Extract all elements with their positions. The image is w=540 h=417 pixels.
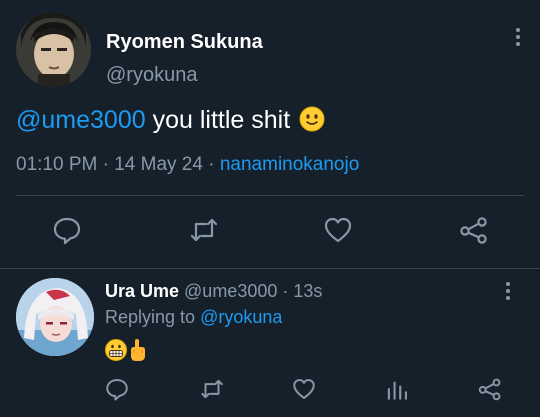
middle-finger-icon xyxy=(131,339,145,361)
replying-prefix: Replying to xyxy=(105,307,201,327)
like-icon[interactable] xyxy=(291,376,317,402)
reply-tweet-actions xyxy=(0,376,540,406)
tweet-meta: 01:10 PM · 14 May 24 · nanaminokanojo xyxy=(16,154,359,176)
replying-to: Replying to @ryokuna xyxy=(105,307,282,328)
slightly-smiling-face-icon xyxy=(299,106,325,132)
reply-text xyxy=(105,338,149,362)
divider xyxy=(16,195,524,196)
like-icon[interactable] xyxy=(322,214,354,246)
more-options-icon[interactable] xyxy=(514,28,522,50)
reply-author-name[interactable]: Ura Ume xyxy=(105,281,179,301)
meta-separator: · xyxy=(202,154,220,175)
retweet-icon[interactable] xyxy=(188,214,220,246)
divider xyxy=(0,268,540,269)
avatar[interactable] xyxy=(16,12,91,87)
tweet-date: 14 May 24 xyxy=(114,154,203,175)
main-tweet-header: Ryomen Sukuna @ryokuna xyxy=(16,12,524,92)
tweet-source-link[interactable]: nanaminokanojo xyxy=(220,154,359,175)
reply-author-handle[interactable]: @ume3000 · 13s xyxy=(179,281,322,301)
tweet-detail-screen: Ryomen Sukuna @ryokuna @ume3000 you litt… xyxy=(0,0,540,417)
reply-header: Ura Ume @ume3000 · 13s xyxy=(105,281,322,302)
more-options-icon[interactable] xyxy=(504,282,512,304)
tweet-body: you little shit xyxy=(145,106,291,134)
main-tweet-actions xyxy=(0,214,540,250)
tweet-time: 01:10 PM xyxy=(16,154,98,175)
meta-separator: · xyxy=(97,154,115,175)
tweet-text: @ume3000 you little shit xyxy=(16,104,325,136)
author-handle[interactable]: @ryokuna xyxy=(106,64,197,87)
share-icon[interactable] xyxy=(477,376,503,402)
author-name[interactable]: Ryomen Sukuna xyxy=(106,31,263,54)
avatar[interactable] xyxy=(16,278,94,356)
reply-icon[interactable] xyxy=(51,214,83,246)
analytics-icon[interactable] xyxy=(384,376,410,402)
replying-mention-link[interactable]: @ryokuna xyxy=(200,307,282,327)
mention-link[interactable]: @ume3000 xyxy=(16,106,146,134)
reply-icon[interactable] xyxy=(104,376,130,402)
grimacing-face-icon xyxy=(105,339,127,361)
retweet-icon[interactable] xyxy=(199,376,225,402)
share-icon[interactable] xyxy=(458,214,490,246)
